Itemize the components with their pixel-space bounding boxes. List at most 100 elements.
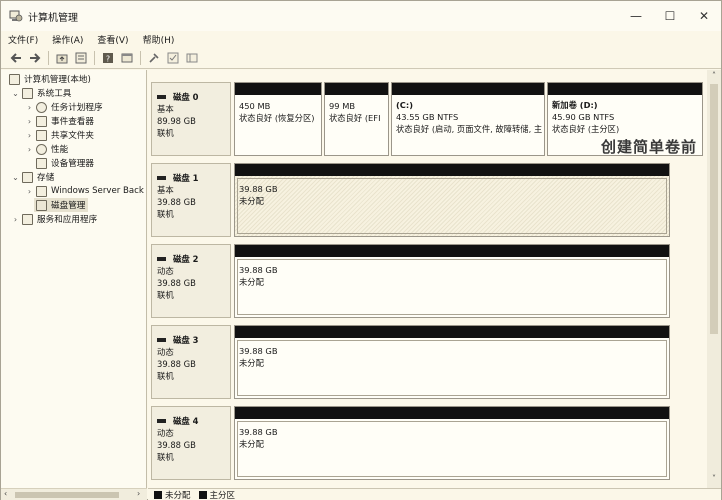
volume-bar bbox=[235, 407, 669, 419]
computer-management-icon bbox=[9, 10, 23, 22]
computer-management-window: 计算机管理 — ☐ ✕ 文件(F) 操作(A) 查看(V) 帮助(H) ? 计算… bbox=[0, 0, 722, 500]
tools-icon bbox=[22, 87, 33, 99]
scroll-left-icon[interactable]: ‹ bbox=[4, 489, 7, 498]
volume-status: 状态良好 (EFI bbox=[329, 113, 381, 123]
tree-item-task-scheduler[interactable]: › 任务计划程序 bbox=[25, 100, 103, 114]
chevron-right-icon[interactable]: › bbox=[11, 215, 20, 224]
left-horizontal-scrollbar[interactable]: ‹ › bbox=[1, 488, 147, 500]
toolbar-separator bbox=[94, 50, 95, 65]
volume-unallocated[interactable]: 39.88 GB 未分配 bbox=[234, 325, 670, 399]
up-folder-icon[interactable] bbox=[55, 51, 69, 65]
legend: 未分配 主分区 bbox=[148, 488, 721, 500]
title-bar: 计算机管理 — ☐ ✕ bbox=[1, 1, 721, 31]
volume-bar bbox=[235, 326, 669, 338]
chevron-down-icon[interactable]: ⌄ bbox=[11, 173, 20, 182]
disk-label[interactable]: 磁盘 0 基本 89.98 GB 联机 bbox=[151, 82, 231, 156]
legend-swatch-unallocated bbox=[154, 490, 162, 499]
disk-label[interactable]: 磁盘 2 动态 39.88 GB 联机 bbox=[151, 244, 231, 318]
volume-recovery[interactable]: 450 MB 状态良好 (恢复分区) bbox=[234, 82, 322, 156]
disk-label[interactable]: 磁盘 3 动态 39.88 GB 联机 bbox=[151, 325, 231, 399]
tree-item-event-viewer[interactable]: › 事件查看器 bbox=[25, 114, 94, 128]
tree-label-root: 计算机管理(本地) bbox=[24, 75, 91, 85]
disk-size: 39.88 GB bbox=[157, 197, 196, 207]
storage-icon bbox=[22, 171, 33, 183]
volume-size: 39.88 GB bbox=[239, 184, 278, 194]
volume-unallocated[interactable]: 39.88 GB 未分配 bbox=[234, 244, 670, 318]
legend-label-primary: 主分区 bbox=[209, 490, 236, 500]
scroll-thumb[interactable] bbox=[15, 492, 119, 498]
disk-name: 磁盘 4 bbox=[173, 416, 199, 426]
chevron-right-icon[interactable]: › bbox=[25, 131, 34, 140]
volume-bar bbox=[235, 245, 669, 257]
volume-status: 未分配 bbox=[239, 196, 264, 206]
tree-label-event-viewer: 事件查看器 bbox=[51, 117, 94, 127]
selection-outline bbox=[237, 259, 667, 315]
scroll-down-icon[interactable]: ˅ bbox=[707, 474, 721, 483]
volume-bar bbox=[392, 83, 544, 95]
disk-pane-vertical-scrollbar[interactable]: ˄ ˅ bbox=[707, 70, 721, 488]
disk-label[interactable]: 磁盘 4 动态 39.88 GB 联机 bbox=[151, 406, 231, 480]
console-icon[interactable] bbox=[120, 51, 134, 65]
back-arrow-icon[interactable] bbox=[9, 51, 23, 65]
disk-label[interactable]: 磁盘 1 基本 39.88 GB 联机 bbox=[151, 163, 231, 237]
selection-outline bbox=[237, 340, 667, 396]
chevron-right-icon[interactable]: › bbox=[25, 117, 34, 126]
panel-icon[interactable] bbox=[185, 51, 199, 65]
menu-action[interactable]: 操作(A) bbox=[45, 33, 90, 46]
scroll-up-icon[interactable]: ˄ bbox=[707, 71, 721, 80]
volume-unallocated[interactable]: 39.88 GB 未分配 bbox=[234, 163, 670, 237]
legend-label-unallocated: 未分配 bbox=[165, 490, 191, 500]
check-icon[interactable] bbox=[166, 51, 180, 65]
tree-item-shared-folders[interactable]: › 共享文件夹 bbox=[25, 128, 94, 142]
overlay-caption: 创建简单卷前 bbox=[601, 138, 698, 156]
tree-item-storage[interactable]: ⌄ 存储 bbox=[11, 170, 54, 184]
disk-status: 联机 bbox=[157, 290, 174, 300]
volume-size: 43.55 GB NTFS bbox=[396, 112, 459, 122]
scroll-thumb[interactable] bbox=[710, 84, 718, 334]
tree-item-services-apps[interactable]: › 服务和应用程序 bbox=[11, 212, 97, 226]
volume-unallocated[interactable]: 39.88 GB 未分配 bbox=[234, 406, 670, 480]
tree-item-performance[interactable]: › 性能 bbox=[25, 142, 68, 156]
disk-type: 动态 bbox=[157, 347, 174, 357]
properties-icon[interactable] bbox=[74, 51, 88, 65]
volume-c[interactable]: (C:) 43.55 GB NTFS 状态良好 (启动, 页面文件, 故障转储,… bbox=[391, 82, 545, 156]
chevron-right-icon[interactable]: › bbox=[25, 187, 34, 196]
volume-efi[interactable]: 99 MB 状态良好 (EFI bbox=[324, 82, 389, 156]
tree-item-system-tools[interactable]: ⌄ 系统工具 bbox=[11, 86, 71, 100]
scroll-right-icon[interactable]: › bbox=[137, 489, 140, 498]
menu-bar: 文件(F) 操作(A) 查看(V) 帮助(H) bbox=[1, 31, 721, 47]
menu-help[interactable]: 帮助(H) bbox=[136, 33, 182, 46]
navigation-tree: 计算机管理(本地) ⌄ 系统工具 › 任务计划程序 › 事件查看器 › 共享文件… bbox=[1, 70, 147, 488]
chevron-right-icon[interactable]: › bbox=[25, 103, 34, 112]
tree-label-windows-server-backup: Windows Server Back bbox=[51, 186, 144, 196]
help-icon[interactable]: ? bbox=[101, 51, 115, 65]
maximize-button[interactable]: ☐ bbox=[653, 1, 687, 31]
computer-icon bbox=[9, 73, 20, 85]
tree-label-shared-folders: 共享文件夹 bbox=[51, 131, 94, 141]
tree-item-disk-management[interactable]: 磁盘管理 bbox=[34, 198, 89, 212]
minimize-button[interactable]: — bbox=[619, 1, 653, 31]
disk-size: 39.88 GB bbox=[157, 359, 196, 369]
menu-view[interactable]: 查看(V) bbox=[90, 33, 135, 46]
close-button[interactable]: ✕ bbox=[687, 1, 721, 31]
menu-file[interactable]: 文件(F) bbox=[1, 33, 45, 46]
tree-item-windows-server-backup[interactable]: › Windows Server Back bbox=[25, 184, 144, 198]
disk-type: 基本 bbox=[157, 104, 174, 114]
volume-bar bbox=[548, 83, 702, 95]
disk-row: 磁盘 1 基本 39.88 GB 联机 39.88 GB 未分配 bbox=[148, 161, 706, 239]
selection-outline bbox=[237, 178, 667, 234]
disk-row: 磁盘 4 动态 39.88 GB 联机 39.88 GB 未分配 bbox=[148, 404, 706, 482]
volume-status: 未分配 bbox=[239, 439, 264, 449]
connect-icon[interactable] bbox=[147, 51, 161, 65]
tree-label-device-manager: 设备管理器 bbox=[51, 159, 94, 169]
tree-item-device-manager[interactable]: 设备管理器 bbox=[34, 156, 94, 170]
backup-icon bbox=[36, 185, 47, 197]
chevron-right-icon[interactable]: › bbox=[25, 145, 34, 154]
event-viewer-icon bbox=[36, 115, 47, 127]
chevron-down-icon[interactable]: ⌄ bbox=[11, 89, 20, 98]
services-icon bbox=[22, 213, 33, 225]
tree-item-root[interactable]: 计算机管理(本地) bbox=[7, 72, 91, 86]
disk-status: 联机 bbox=[157, 128, 174, 138]
disk-icon bbox=[157, 257, 166, 261]
forward-arrow-icon[interactable] bbox=[28, 51, 42, 65]
